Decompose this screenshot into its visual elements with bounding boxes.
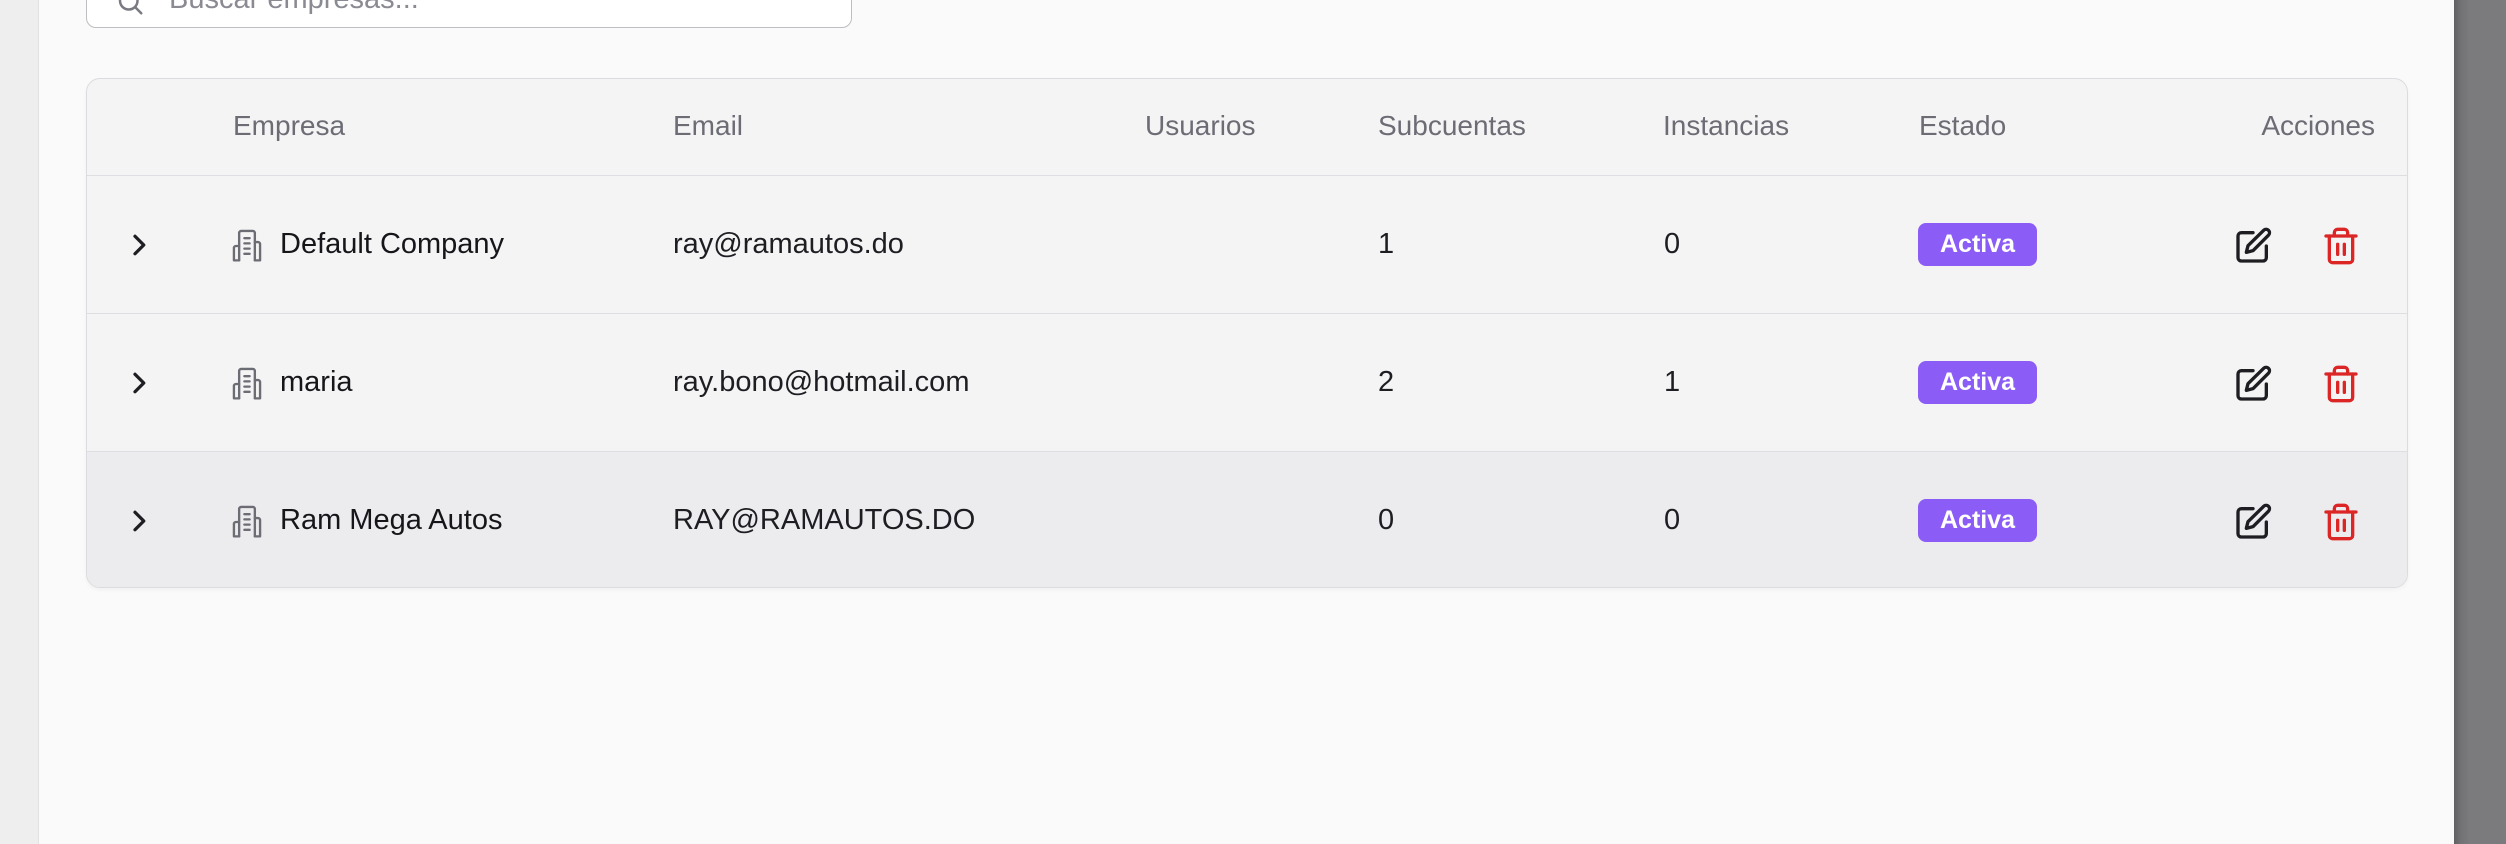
column-header-estado: Estado [1919,110,2007,141]
building-icon [232,505,262,538]
company-email: ray@ramautos.do [673,228,904,260]
company-subaccounts: 2 [1378,366,1395,398]
panel-shadow [2454,0,2470,844]
edit-icon[interactable] [2233,502,2273,542]
table-header: Empresa Email Usuarios Subcuentas Instan… [87,79,2407,176]
column-header-subcuentas: Subcuentas [1378,110,1526,141]
building-icon [232,367,262,400]
status-badge: Activa [1918,361,2038,404]
company-instances: 0 [1664,228,1681,260]
companies-table: Empresa Email Usuarios Subcuentas Instan… [86,78,2408,588]
company-instances: 0 [1664,504,1681,536]
chevron-right-icon[interactable] [125,225,155,265]
search-box[interactable]: Buscar empresas... [86,0,852,28]
edit-icon[interactable] [2233,226,2273,266]
column-header-empresa: Empresa [233,110,346,141]
company-email: RAY@RAMAUTOS.DO [673,504,976,536]
status-badge: Activa [1918,223,2038,266]
company-name: Ram Mega Autos [280,504,503,536]
trash-icon[interactable] [2321,364,2361,404]
company-subaccounts: 0 [1378,504,1395,536]
company-instances: 1 [1664,366,1681,398]
chevron-right-icon[interactable] [125,363,155,403]
company-name: Default Company [280,228,505,260]
column-header-instancias: Instancias [1663,110,1790,141]
edit-icon[interactable] [2233,364,2273,404]
table-row[interactable]: maria ray.bono@hotmail.com 2 1 Activa [87,314,2407,452]
status-badge: Activa [1918,499,2038,542]
column-header-email: Email [673,110,744,141]
table-row[interactable]: Ram Mega Autos RAY@RAMAUTOS.DO 0 0 Activ… [87,452,2407,587]
trash-icon[interactable] [2321,502,2361,542]
company-email: ray.bono@hotmail.com [673,366,970,398]
building-icon [232,229,262,262]
search-input[interactable]: Buscar empresas... [169,0,419,16]
column-header-usuarios: Usuarios [1145,110,1256,141]
company-name: maria [280,366,353,398]
column-header-acciones: Acciones [2261,110,2375,141]
company-subaccounts: 1 [1378,228,1395,260]
trash-icon[interactable] [2321,226,2361,266]
table-row[interactable]: Default Company ray@ramautos.do 1 0 Acti… [87,176,2407,314]
chevron-right-icon[interactable] [125,501,155,541]
search-icon [118,0,143,15]
